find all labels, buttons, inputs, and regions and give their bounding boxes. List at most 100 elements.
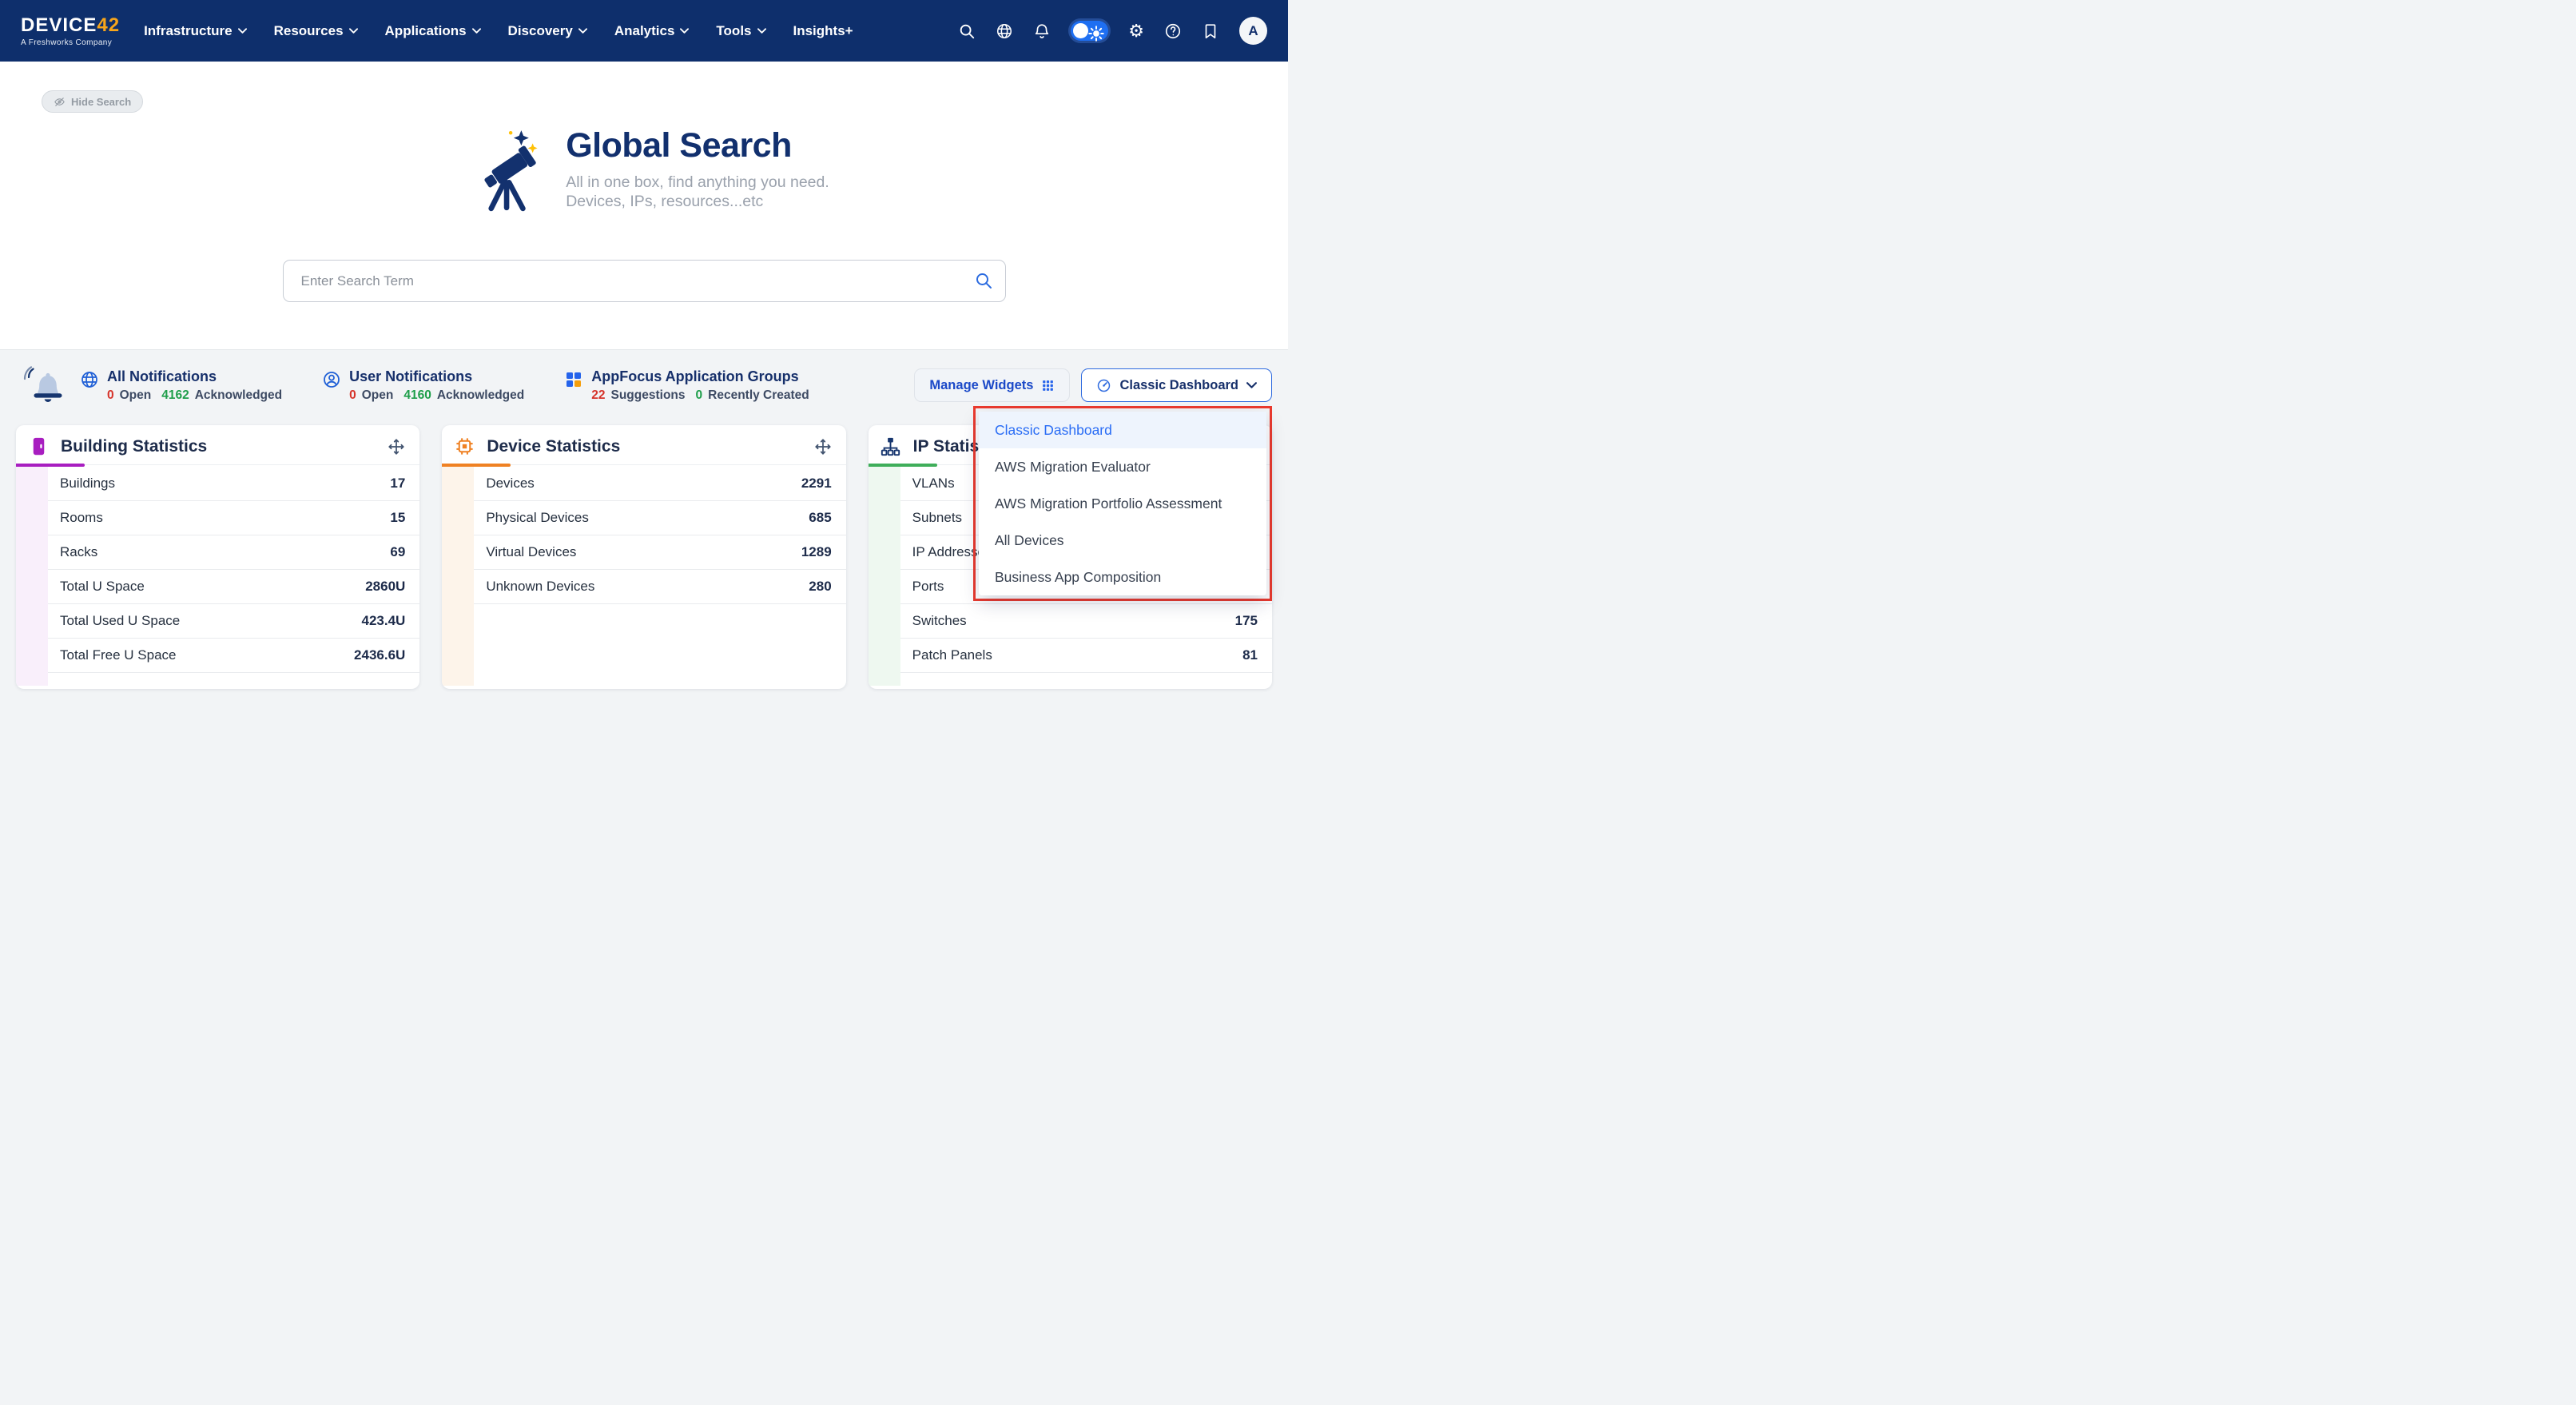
annotation-box: Classic Dashboard AWS Migration Evaluato… bbox=[973, 406, 1272, 601]
page-title: Global Search bbox=[566, 126, 829, 165]
stat-row-label: Switches bbox=[912, 613, 967, 629]
nav-item-applications[interactable]: Applications bbox=[385, 23, 481, 39]
stat-value-ack: 4160 bbox=[403, 388, 431, 403]
stat-row-label: Unknown Devices bbox=[486, 579, 594, 595]
dashboard-section: All Notifications 0 Open 4162 Acknowledg… bbox=[0, 349, 1288, 702]
chevron-down-icon bbox=[757, 28, 766, 34]
stat-row-value: 81 bbox=[1242, 647, 1258, 663]
stat-row-value: 1289 bbox=[801, 544, 832, 560]
stat-row-unknown-devices[interactable]: Unknown Devices 280 bbox=[474, 570, 845, 604]
page-subtitle: All in one box, find anything you need. … bbox=[566, 173, 829, 212]
hide-search-button[interactable]: Hide Search bbox=[42, 90, 143, 113]
stat-row-label: Subnets bbox=[912, 510, 962, 526]
help-icon[interactable] bbox=[1164, 22, 1182, 40]
theme-toggle[interactable] bbox=[1071, 21, 1108, 41]
nav-item-infrastructure[interactable]: Infrastructure bbox=[144, 23, 247, 39]
notification-user-notifications[interactable]: User Notifications 0 Open 4160 Acknowled… bbox=[322, 368, 529, 403]
move-icon[interactable] bbox=[814, 438, 846, 456]
stat-row-value: 175 bbox=[1235, 613, 1258, 629]
manage-widgets-button[interactable]: Manage Widgets bbox=[914, 368, 1070, 402]
navbar-actions: ⚙ A bbox=[958, 17, 1267, 45]
gear-icon[interactable]: ⚙ bbox=[1128, 22, 1144, 40]
stat-label-ack: Recently Created bbox=[708, 388, 809, 403]
nav-item-discovery[interactable]: Discovery bbox=[508, 23, 587, 39]
widget-title: Building Statistics bbox=[61, 437, 207, 456]
nav-item-label: Tools bbox=[716, 23, 751, 39]
stat-value-open: 22 bbox=[591, 388, 605, 403]
stat-row-label: Virtual Devices bbox=[486, 544, 576, 560]
stat-row-patch-panels[interactable]: Patch Panels 81 bbox=[900, 639, 1272, 673]
stat-row-label: Devices bbox=[486, 476, 534, 492]
stat-value-ack: 4162 bbox=[161, 388, 189, 403]
stat-row-value: 69 bbox=[390, 544, 405, 560]
stat-row-physical-devices[interactable]: Physical Devices 685 bbox=[474, 501, 845, 535]
toggle-knob bbox=[1073, 23, 1088, 38]
dropdown-item-aws-migration-evaluator[interactable]: AWS Migration Evaluator bbox=[979, 448, 1266, 485]
search-icon[interactable] bbox=[958, 22, 976, 40]
grid-icon bbox=[1041, 379, 1055, 392]
logo-text: DEVICE bbox=[21, 14, 97, 36]
nav-item-insights[interactable]: Insights+ bbox=[793, 23, 853, 39]
stat-row-total-free-u-space[interactable]: Total Free U Space 2436.6U bbox=[48, 639, 419, 673]
building-icon bbox=[16, 436, 61, 457]
stat-row-value: 2436.6U bbox=[354, 647, 405, 663]
stat-row-value: 2291 bbox=[801, 476, 832, 492]
device42-logo[interactable]: DEVICE42 A Freshworks Company bbox=[21, 14, 120, 47]
global-search-box bbox=[283, 260, 1006, 302]
nav-item-tools[interactable]: Tools bbox=[716, 23, 765, 39]
bell-icon[interactable] bbox=[1033, 22, 1051, 40]
nav-item-label: Discovery bbox=[508, 23, 573, 39]
bookmark-icon[interactable] bbox=[1202, 22, 1219, 40]
notification-appfocus-application-groups[interactable]: AppFocus Application Groups 22 Suggestio… bbox=[564, 368, 814, 403]
stat-row-label: VLANs bbox=[912, 476, 955, 492]
dropdown-item-all-devices[interactable]: All Devices bbox=[979, 522, 1266, 559]
chevron-down-icon bbox=[238, 28, 247, 34]
globe-icon bbox=[80, 370, 99, 389]
dashboard-dropdown-menu: Classic Dashboard AWS Migration Evaluato… bbox=[979, 412, 1266, 595]
widget-title: Device Statistics bbox=[487, 437, 620, 456]
search-input[interactable] bbox=[283, 260, 1006, 302]
stat-label-open: Open bbox=[120, 388, 152, 403]
sun-icon bbox=[1087, 25, 1105, 42]
stat-row-label: Racks bbox=[60, 544, 97, 560]
dashboard-selector-button[interactable]: Classic Dashboard bbox=[1081, 368, 1272, 402]
nav-item-resources[interactable]: Resources bbox=[274, 23, 358, 39]
widget-side-strip bbox=[442, 467, 474, 686]
globe-icon[interactable] bbox=[996, 22, 1013, 40]
stat-row-value: 17 bbox=[390, 476, 405, 492]
user-icon bbox=[322, 370, 341, 389]
stat-row-label: Buildings bbox=[60, 476, 115, 492]
stat-row-rooms[interactable]: Rooms 15 bbox=[48, 501, 419, 535]
search-submit-icon[interactable] bbox=[974, 271, 993, 290]
stat-row-racks[interactable]: Racks 69 bbox=[48, 535, 419, 570]
stat-row-buildings[interactable]: Buildings 17 bbox=[48, 467, 419, 501]
dropdown-item-aws-migration-portfolio-assessment[interactable]: AWS Migration Portfolio Assessment bbox=[979, 485, 1266, 522]
nav-item-analytics[interactable]: Analytics bbox=[614, 23, 690, 39]
dropdown-item-classic-dashboard[interactable]: Classic Dashboard bbox=[979, 412, 1266, 448]
chevron-down-icon bbox=[680, 28, 689, 34]
notification-stats: 22 Suggestions 0 Recently Created bbox=[591, 388, 814, 403]
notification-all-notifications[interactable]: All Notifications 0 Open 4162 Acknowledg… bbox=[80, 368, 287, 403]
move-icon[interactable] bbox=[388, 438, 419, 456]
stat-row-label: Total Free U Space bbox=[60, 647, 177, 663]
top-navbar: DEVICE42 A Freshworks Company Infrastruc… bbox=[0, 0, 1288, 62]
user-avatar[interactable]: A bbox=[1239, 17, 1267, 45]
stat-row-devices[interactable]: Devices 2291 bbox=[474, 467, 845, 501]
widget-building-statistics: Building Statistics Buildings 17 Rooms 1… bbox=[16, 425, 419, 689]
widget-accent-bar bbox=[442, 464, 511, 467]
stat-row-label: Physical Devices bbox=[486, 510, 589, 526]
nav-item-label: Resources bbox=[274, 23, 344, 39]
notification-title: AppFocus Application Groups bbox=[591, 368, 814, 385]
logo-subtitle: A Freshworks Company bbox=[21, 38, 120, 47]
widget-device-statistics: Device Statistics Devices 2291 Physical … bbox=[442, 425, 845, 689]
stat-row-total-used-u-space[interactable]: Total Used U Space 423.4U bbox=[48, 604, 419, 639]
bell-illustration-icon bbox=[22, 365, 69, 405]
dashboard-toolbar: All Notifications 0 Open 4162 Acknowledg… bbox=[0, 350, 1288, 408]
stat-row-label: Patch Panels bbox=[912, 647, 992, 663]
stat-row-virtual-devices[interactable]: Virtual Devices 1289 bbox=[474, 535, 845, 570]
stat-row-switches[interactable]: Switches 175 bbox=[900, 604, 1272, 639]
eye-off-icon bbox=[54, 96, 66, 108]
widget-side-strip bbox=[869, 467, 900, 686]
dropdown-item-business-app-composition[interactable]: Business App Composition bbox=[979, 559, 1266, 595]
stat-row-total-u-space[interactable]: Total U Space 2860U bbox=[48, 570, 419, 604]
